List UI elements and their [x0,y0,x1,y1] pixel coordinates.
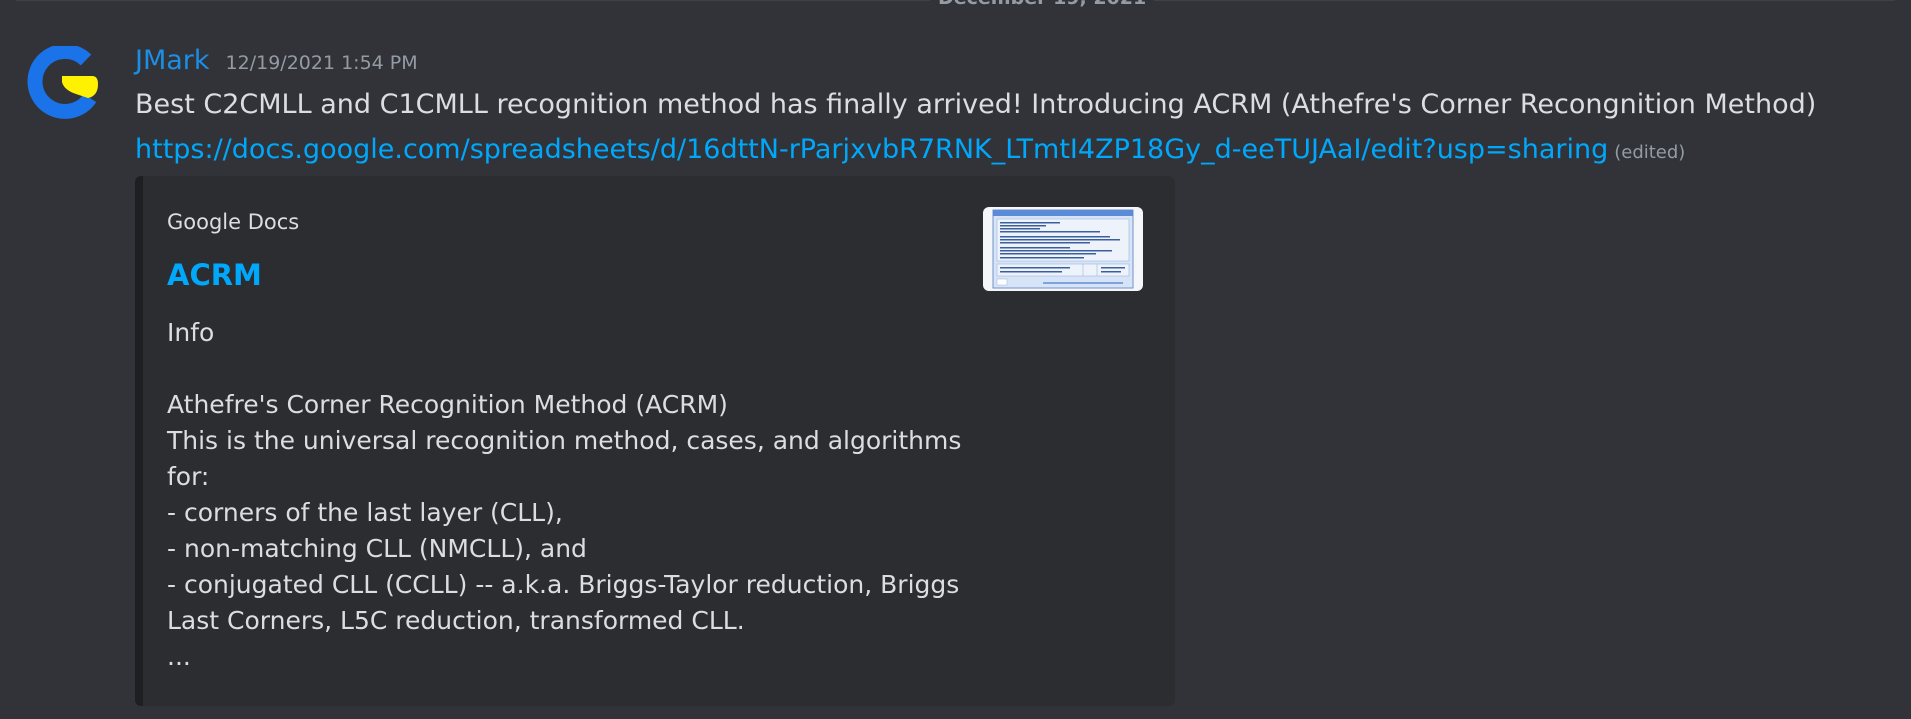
spreadsheet-preview-thumbnail [992,209,1134,289]
date-divider-label: December 19, 2021 [930,0,1155,10]
username[interactable]: JMark [135,44,210,78]
embed-provider: Google Docs [167,210,300,234]
message-link-line: https://docs.google.com/spreadsheets/d/1… [135,131,1685,172]
avatar[interactable] [26,43,102,122]
embed-thumbnail[interactable] [983,207,1143,291]
embed-title-link[interactable]: ACRM [167,256,262,294]
message-content: Best C2CMLL and C1CMLL recognition metho… [135,89,1817,120]
link-embed: Google Docs ACRM Info Athefre's Corner R… [135,176,1175,706]
date-divider: December 19, 2021 [0,0,1911,10]
message-timestamp[interactable]: 12/19/2021 1:54 PM [226,46,418,80]
edited-label: (edited) [1614,142,1686,163]
chat-view: December 19, 2021 JMark 12/19/2021 1:54 … [0,0,1911,719]
spreadsheet-link[interactable]: https://docs.google.com/spreadsheets/d/1… [135,134,1608,165]
embed-description: Info Athefre's Corner Recognition Method… [167,318,962,671]
google-g-logo-icon [27,43,98,119]
embed-accent-bar [135,176,143,706]
message-header: JMark 12/19/2021 1:54 PM [135,44,418,78]
